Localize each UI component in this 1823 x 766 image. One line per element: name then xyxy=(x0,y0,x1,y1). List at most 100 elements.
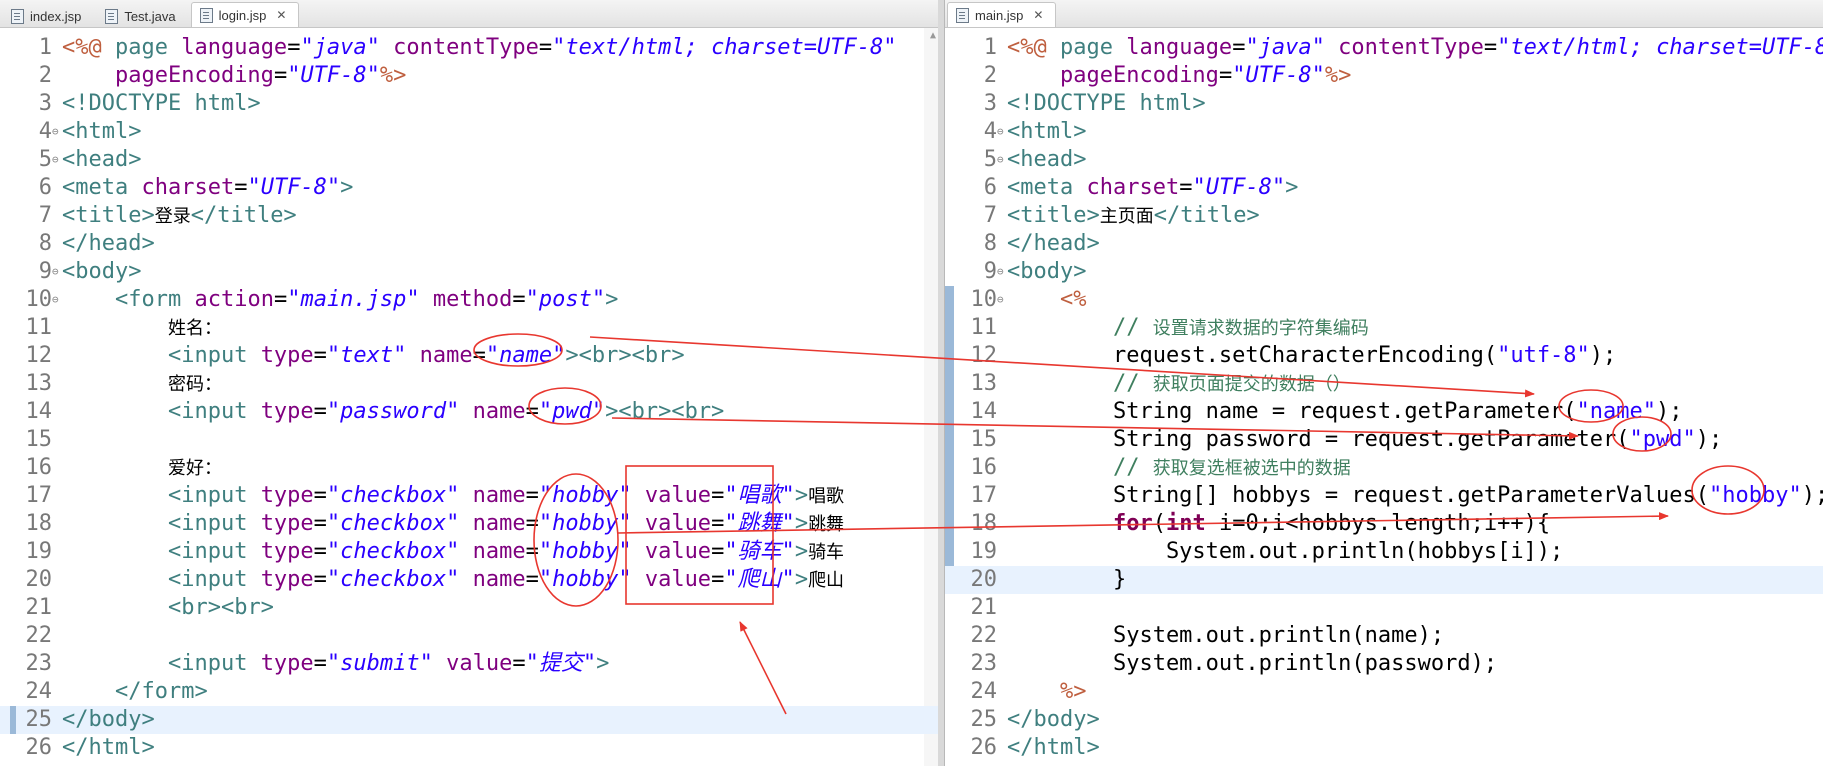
code-line[interactable]: 7 <title>登录</title> xyxy=(0,202,938,230)
code-line[interactable]: 13 // 获取页面提交的数据（） xyxy=(945,370,1823,398)
code-line[interactable]: 24 %> xyxy=(945,678,1823,706)
code-token: = xyxy=(472,343,486,368)
code-line[interactable]: 19 System.out.println(hobbys[i]); xyxy=(945,538,1823,566)
code-line[interactable]: 2 pageEncoding="UTF-8"%> xyxy=(945,62,1823,90)
code-line[interactable]: 14 String name = request.getParameter("n… xyxy=(945,398,1823,426)
code-line[interactable]: 3 <!DOCTYPE html> xyxy=(0,90,938,118)
code-token: "main.jsp" xyxy=(287,287,420,312)
code-line[interactable]: 23 <input type="submit" value="提交"> xyxy=(0,650,938,678)
fold-toggle-icon[interactable]: ⊖ xyxy=(52,118,62,146)
code-text: </body> xyxy=(62,706,155,734)
code-token: <input xyxy=(167,651,261,676)
fold-toggle-icon[interactable]: ⊖ xyxy=(52,258,62,286)
code-line[interactable]: 7 <title>主页面</title> xyxy=(945,202,1823,230)
code-line[interactable]: 4 ⊖ <html> xyxy=(945,118,1823,146)
code-line[interactable]: 21 <br><br> xyxy=(0,594,938,622)
code-token: "utf-8" xyxy=(1497,343,1590,368)
code-line[interactable]: 16 爱好： xyxy=(0,454,938,482)
code-line[interactable]: 6 <meta charset="UTF-8"> xyxy=(945,174,1823,202)
code-text: <input type="submit" value="提交"> xyxy=(62,650,609,678)
code-line[interactable]: 9 ⊖ <body> xyxy=(945,258,1823,286)
code-line[interactable]: 4 ⊖ <html> xyxy=(0,118,938,146)
code-line[interactable]: 18 for(int i=0;i<hobbys.length;i++){ xyxy=(945,510,1823,538)
code-line[interactable]: 1 <%@ page language="java" contentType="t… xyxy=(945,34,1823,62)
code-line[interactable]: 26 </html> xyxy=(945,734,1823,762)
main-jsp-editor[interactable]: 1 <%@ page language="java" contentType="t… xyxy=(945,28,1823,766)
fold-toggle-icon[interactable]: ⊖ xyxy=(997,118,1007,146)
code-line[interactable]: 17 <input type="checkbox" name="hobby" v… xyxy=(0,482,938,510)
tab-index-jsp[interactable]: index.jsp xyxy=(2,4,94,27)
fold-toggle-icon[interactable]: ⊖ xyxy=(52,146,62,174)
code-line[interactable]: 16 // 获取复选框被选中的数据 xyxy=(945,454,1823,482)
code-line[interactable]: 12 <input type="text" name="name"><br><b… xyxy=(0,342,938,370)
code-line[interactable]: 22 xyxy=(0,622,938,650)
code-line[interactable]: 5 ⊖ <head> xyxy=(945,146,1823,174)
code-line[interactable]: 20 <input type="checkbox" name="hobby" v… xyxy=(0,566,938,594)
tab-login-jsp[interactable]: login.jsp ✕ xyxy=(190,2,300,27)
line-number: 20 xyxy=(970,567,998,592)
fold-toggle-icon[interactable]: ⊖ xyxy=(997,146,1007,174)
code-line[interactable]: 20 } xyxy=(945,566,1823,594)
code-line[interactable]: 22 System.out.println(name); xyxy=(945,622,1823,650)
code-line[interactable]: 1 <%@ page language="java" contentType="t… xyxy=(0,34,938,62)
login-jsp-editor[interactable]: ▲ 1 <%@ page language="java" contentType=… xyxy=(0,28,938,766)
code-line[interactable]: 11 姓名： xyxy=(0,314,938,342)
line-number: 10 xyxy=(25,287,53,312)
line-number: 19 xyxy=(970,539,998,564)
code-line[interactable]: 15 String password = request.getParamete… xyxy=(945,426,1823,454)
line-number: 12 xyxy=(970,343,998,368)
code-token: ); xyxy=(1801,483,1823,508)
code-line[interactable]: 2 pageEncoding="UTF-8"%> xyxy=(0,62,938,90)
code-line[interactable]: 13 密码： xyxy=(0,370,938,398)
code-line[interactable]: 19 <input type="checkbox" name="hobby" v… xyxy=(0,538,938,566)
code-line[interactable]: 23 System.out.println(password); xyxy=(945,650,1823,678)
close-tab-icon[interactable]: ✕ xyxy=(1033,8,1043,22)
fold-toggle-icon[interactable]: ⊖ xyxy=(52,286,62,314)
code-line[interactable]: 18 <input type="checkbox" name="hobby" v… xyxy=(0,510,938,538)
code-token: page xyxy=(114,35,182,60)
code-line[interactable]: 21 xyxy=(945,594,1823,622)
code-line[interactable]: 6 <meta charset="UTF-8"> xyxy=(0,174,938,202)
code-token: = xyxy=(313,511,327,536)
code-line[interactable]: 10 ⊖ <form action="main.jsp" method="post… xyxy=(0,286,938,314)
code-line[interactable]: 26 </html> xyxy=(0,734,938,762)
tab-main-jsp[interactable]: main.jsp ✕ xyxy=(947,2,1057,27)
tab-test-java[interactable]: Test.java xyxy=(96,4,188,27)
code-token: pageEncoding xyxy=(114,63,274,88)
code-line[interactable]: 9 ⊖ <body> xyxy=(0,258,938,286)
code-line[interactable]: 24 </form> xyxy=(0,678,938,706)
code-token: <br><br> xyxy=(618,399,725,424)
code-line[interactable]: 5 ⊖ <head> xyxy=(0,146,938,174)
code-line[interactable]: 11 // 设置请求数据的字符集编码 xyxy=(945,314,1823,342)
line-number: 19 xyxy=(25,539,53,564)
code-text: <!DOCTYPE html> xyxy=(62,90,261,118)
code-line[interactable]: 15 xyxy=(0,426,938,454)
code-text: System.out.println(name); xyxy=(1007,622,1444,650)
code-line[interactable]: 10 ⊖ <% xyxy=(945,286,1823,314)
code-token: <!DOCTYPE html> xyxy=(62,91,261,116)
code-line[interactable]: 12 request.setCharacterEncoding("utf-8")… xyxy=(945,342,1823,370)
line-number: 21 xyxy=(970,595,998,620)
right-tab-bar: main.jsp ✕ xyxy=(945,0,1823,28)
code-line[interactable]: 8 </head> xyxy=(0,230,938,258)
code-line[interactable]: 25 </body> xyxy=(945,706,1823,734)
code-text: System.out.println(password); xyxy=(1007,650,1497,678)
close-tab-icon[interactable]: ✕ xyxy=(276,8,286,22)
code-token: 唱歌 xyxy=(808,486,845,507)
code-token: = xyxy=(1218,63,1233,88)
code-line[interactable]: 8 </head> xyxy=(945,230,1823,258)
code-token: %> xyxy=(379,63,407,88)
fold-toggle-icon[interactable]: ⊖ xyxy=(997,286,1007,314)
code-line[interactable]: 17 String[] hobbys = request.getParamete… xyxy=(945,482,1823,510)
line-number: 14 xyxy=(970,399,998,424)
code-line[interactable]: 14 <input type="password" name="pwd"><br… xyxy=(0,398,938,426)
code-token: value xyxy=(446,651,513,676)
code-token: <input xyxy=(167,539,261,564)
code-line[interactable]: 25 </body> xyxy=(0,706,938,734)
code-token: "UTF-8" xyxy=(247,175,341,200)
fold-toggle-icon[interactable]: ⊖ xyxy=(997,258,1007,286)
code-text: String[] hobbys = request.getParameterVa… xyxy=(1007,482,1823,510)
code-line[interactable]: 3 <!DOCTYPE html> xyxy=(945,90,1823,118)
